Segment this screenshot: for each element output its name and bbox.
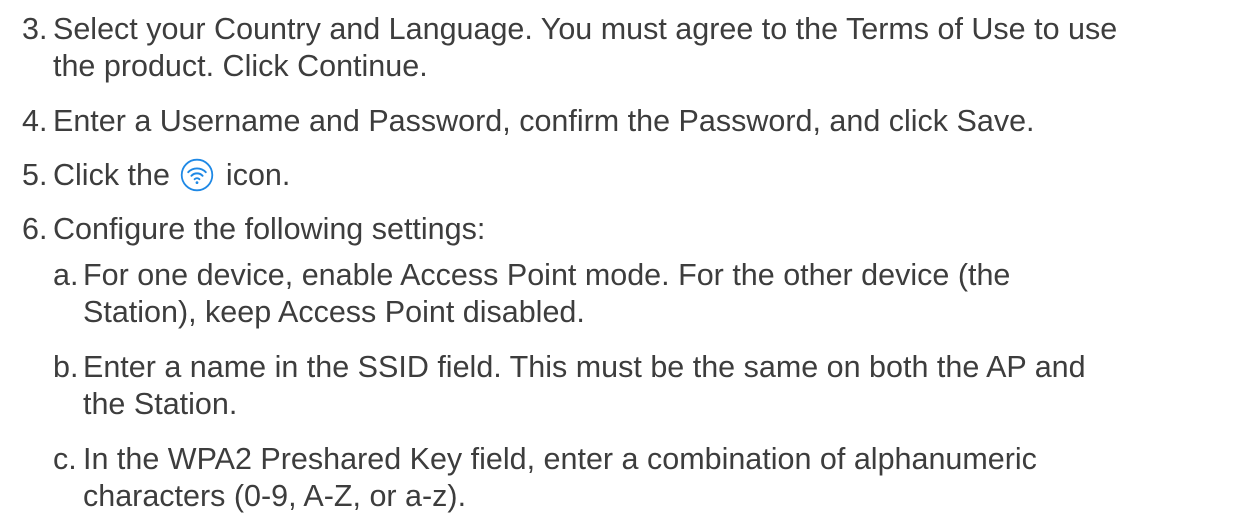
substep-c-line-1: In the WPA2 Preshared Key field, enter a… — [83, 442, 1037, 476]
step-5-text-before-icon: Click the — [53, 158, 170, 192]
substep-b-line-2: the Station. — [83, 387, 238, 421]
substep-letter: c. — [53, 442, 77, 476]
step-number: 6. — [22, 212, 48, 246]
wifi-circle-icon — [180, 158, 214, 192]
substep-a-line-1: For one device, enable Access Point mode… — [83, 258, 1011, 292]
substep-c: c. In the WPA2 Preshared Key field, enter… — [53, 441, 1233, 515]
step-6-text: Configure the following settings: — [53, 212, 486, 246]
step-5-text-after-icon: icon. — [225, 158, 291, 192]
step-4-text: Enter a Username and Password, confirm t… — [53, 104, 1035, 138]
step-number: 3. — [22, 12, 48, 46]
step-4: 4. Enter a Username and Password, confirm… — [22, 103, 1237, 140]
substep-letter: b. — [53, 350, 79, 384]
step-5: 5. Click the icon. — [22, 157, 1237, 194]
substep-a-line-2: Station), keep Access Point disabled. — [83, 295, 585, 329]
step-number: 5. — [22, 158, 48, 192]
substep-a: a. For one device, enable Access Point mo… — [53, 257, 1233, 331]
step-3-line-2: the product. Click Continue. — [53, 49, 428, 83]
substep-b: b. Enter a name in the SSID field. This m… — [53, 349, 1233, 423]
step-3: 3. Select your Country and Language. You … — [22, 11, 1237, 85]
instruction-document: 3. Select your Country and Language. You … — [0, 0, 1248, 514]
substep-c-line-2: characters (0-9, A-Z, or a-z). — [83, 479, 467, 513]
substep-b-line-1: Enter a name in the SSID field. This mus… — [83, 350, 1086, 384]
substep-letter: a. — [53, 258, 79, 292]
wifi-circle-icon-graphic — [181, 158, 214, 192]
step-6: 6. Configure the following settings: — [22, 211, 1237, 248]
step-number: 4. — [22, 104, 48, 138]
step-3-line-1: Select your Country and Language. You mu… — [53, 12, 1118, 46]
